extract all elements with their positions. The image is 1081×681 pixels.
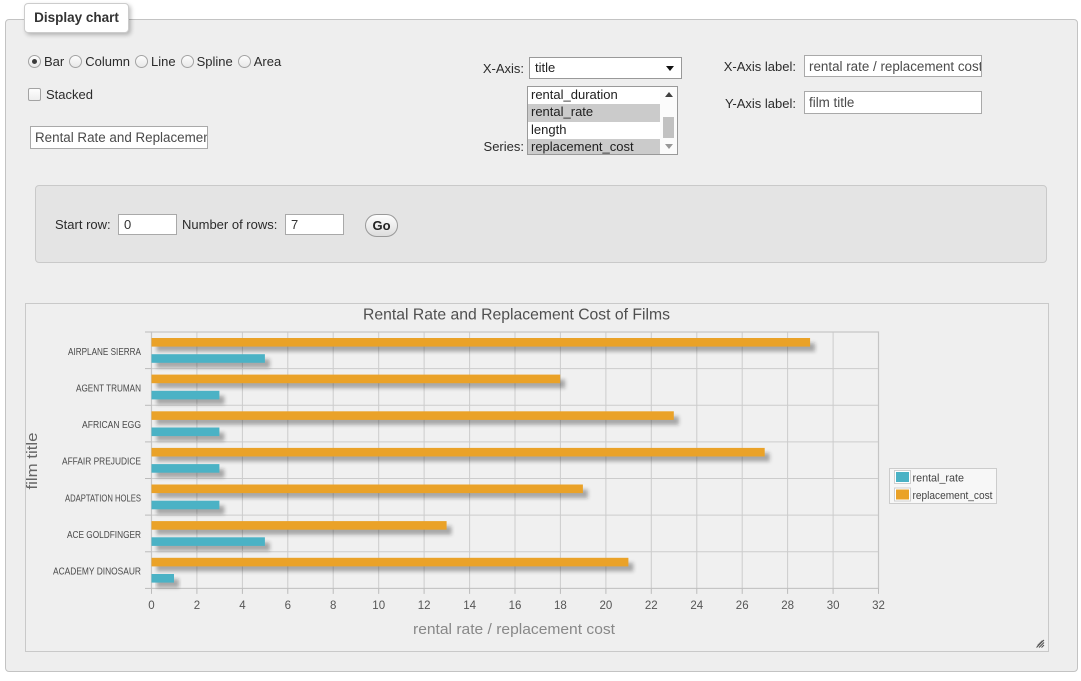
svg-text:32: 32 [872,600,885,612]
svg-text:ACE GOLDFINGER: ACE GOLDFINGER [67,530,141,541]
svg-text:rental_rate: rental_rate [913,473,965,485]
svg-text:0: 0 [148,600,154,612]
svg-text:rental rate / replacement cost: rental rate / replacement cost [413,621,616,638]
svg-text:18: 18 [554,600,567,612]
svg-text:20: 20 [600,600,613,612]
svg-text:4: 4 [239,600,246,612]
svg-text:8: 8 [330,600,336,612]
svg-text:ACADEMY DINOSAUR: ACADEMY DINOSAUR [53,567,141,578]
svg-text:24: 24 [690,600,703,612]
svg-text:16: 16 [509,600,522,612]
svg-text:ADAPTATION HOLES: ADAPTATION HOLES [65,493,141,504]
svg-text:AIRPLANE SIERRA: AIRPLANE SIERRA [68,347,141,358]
svg-text:AFRICAN EGG: AFRICAN EGG [82,420,141,431]
svg-text:26: 26 [736,600,749,612]
svg-text:AFFAIR PREJUDICE: AFFAIR PREJUDICE [62,457,141,468]
svg-text:14: 14 [463,600,476,612]
svg-text:Rental Rate and Replacement Co: Rental Rate and Replacement Cost of Film… [363,307,670,324]
svg-text:replacement_cost: replacement_cost [913,490,993,502]
svg-text:30: 30 [827,600,840,612]
svg-text:2: 2 [194,600,200,612]
svg-text:10: 10 [372,600,385,612]
svg-text:film title: film title [26,433,41,490]
svg-text:22: 22 [645,600,658,612]
svg-text:AGENT TRUMAN: AGENT TRUMAN [76,383,141,394]
svg-text:28: 28 [781,600,794,612]
svg-text:6: 6 [285,600,291,612]
svg-text:12: 12 [418,600,431,612]
